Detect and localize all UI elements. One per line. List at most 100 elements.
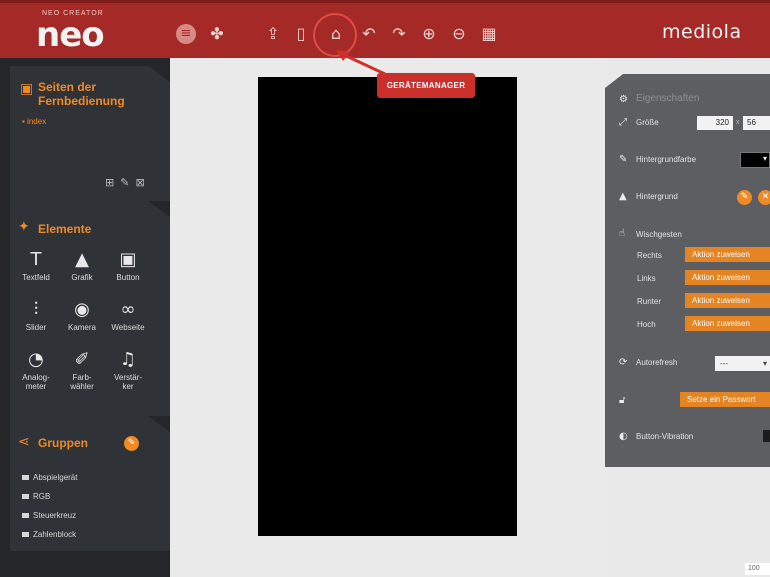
element-webpage[interactable]: ∞ Webseite bbox=[106, 299, 150, 332]
link-icon: ∞ bbox=[120, 299, 136, 320]
elements-title: Elemente bbox=[38, 222, 92, 236]
element-analog-meter[interactable]: ◔ Analog-meter bbox=[14, 349, 58, 391]
panel-notch bbox=[148, 416, 170, 432]
element-label: Textfeld bbox=[22, 273, 50, 282]
autorefresh-select[interactable]: --- ▾ bbox=[715, 356, 770, 371]
autorefresh-label: Autorefresh bbox=[636, 358, 678, 367]
group-item[interactable]: Steuerkreuz bbox=[22, 511, 76, 520]
element-label-line1: Farb- bbox=[72, 373, 92, 382]
image-icon: ▲ bbox=[619, 191, 627, 202]
page-item-index[interactable]: ▪ index bbox=[22, 117, 46, 126]
element-camera[interactable]: ◉ Kamera bbox=[60, 299, 104, 332]
background-label: Hintergrund bbox=[636, 192, 678, 201]
element-slider[interactable]: ⫶ Slider bbox=[14, 299, 58, 332]
phone-icon[interactable]: ▯ bbox=[290, 23, 312, 45]
edit-page-icon[interactable]: ✎ bbox=[120, 176, 135, 189]
camera-icon: ◉ bbox=[74, 299, 90, 320]
remote-page-preview[interactable] bbox=[258, 77, 517, 536]
element-label: Button bbox=[116, 273, 140, 282]
share-icon: ⋖ bbox=[18, 434, 30, 450]
text-field-icon: T bbox=[30, 249, 42, 270]
element-graphic[interactable]: ▲ Grafik bbox=[60, 249, 104, 282]
zoom-in-icon[interactable]: ⊕ bbox=[418, 23, 440, 45]
delete-page-icon[interactable]: ⊠ bbox=[135, 176, 150, 189]
groups-title: Gruppen bbox=[38, 436, 88, 450]
color-picker-icon: ✐ bbox=[74, 349, 90, 370]
autorefresh-value: --- bbox=[720, 359, 728, 368]
size-label: Größe bbox=[636, 118, 659, 127]
pages-panel: ▣ Seiten der Fernbedienung ▪ index ⊞✎⊠ bbox=[10, 66, 170, 201]
element-button[interactable]: ▣ Button bbox=[106, 249, 150, 282]
assign-action-button[interactable]: Aktion zuweisen bbox=[685, 293, 770, 308]
size-separator: x bbox=[736, 119, 740, 126]
element-label: Slider bbox=[25, 323, 47, 332]
elements-icon: ✦ bbox=[18, 219, 30, 235]
element-label: Analog-meter bbox=[14, 373, 58, 391]
chevron-down-icon: ▾ bbox=[762, 359, 767, 368]
bgcolor-label: Hintergrundfarbe bbox=[636, 155, 697, 164]
page-tools: ⊞✎⊠ bbox=[105, 176, 151, 189]
grid-icon[interactable]: ▦ bbox=[478, 23, 500, 45]
swipe-dir-label: Hoch bbox=[637, 320, 656, 329]
edit-background-icon[interactable]: ✎ bbox=[737, 190, 752, 205]
zoom-out-icon[interactable]: ⊖ bbox=[448, 23, 470, 45]
element-label-line1: Verstär- bbox=[113, 373, 142, 382]
element-label: Grafik bbox=[71, 273, 93, 282]
undo-icon[interactable]: ↶ bbox=[358, 23, 380, 45]
redo-icon[interactable]: ↷ bbox=[388, 23, 410, 45]
element-label-line1: Analog- bbox=[22, 373, 50, 382]
element-label: Webseite bbox=[111, 323, 145, 332]
vibration-toggle[interactable] bbox=[763, 430, 770, 442]
assign-action-button[interactable]: Aktion zuweisen bbox=[685, 247, 770, 262]
gauge-icon: ◔ bbox=[28, 349, 44, 370]
element-label-line2: meter bbox=[25, 382, 47, 391]
pages-icon: ▣ bbox=[20, 81, 34, 97]
pages-title: Seiten der Fernbedienung bbox=[38, 80, 125, 108]
assign-action-button[interactable]: Aktion zuweisen bbox=[685, 270, 770, 285]
edit-groups-icon[interactable]: ✎ bbox=[124, 436, 139, 451]
app-root: NEO CREATOR neo ≡ ✤ ⇪ ▯ ⌂ ↶ ↷ ⊕ ⊖ ▦ medi… bbox=[0, 0, 770, 577]
refresh-icon: ⟳ bbox=[619, 357, 628, 368]
device-manager-tooltip: GERÄTEMANAGER bbox=[377, 73, 475, 98]
clear-background-icon[interactable]: ✕ bbox=[758, 190, 770, 205]
vibration-icon: ◐ bbox=[619, 431, 628, 442]
element-amplifier[interactable]: ♫ Verstär-ker bbox=[106, 349, 150, 391]
pages-title-line2: Fernbedienung bbox=[38, 94, 125, 108]
group-item[interactable]: Abspielgerät bbox=[22, 473, 77, 482]
swipe-label: Wischgesten bbox=[636, 230, 682, 239]
lock-icon: 🔓︎ bbox=[619, 395, 626, 406]
swipe-dir-label: Rechts bbox=[637, 251, 662, 260]
swipe-dir-label: Runter bbox=[637, 297, 662, 306]
width-input[interactable]: 320 bbox=[697, 116, 733, 130]
brush-icon: ✎ bbox=[619, 154, 628, 165]
puzzle-icon[interactable]: ✤ bbox=[206, 23, 228, 45]
menu-icon[interactable]: ≡ bbox=[176, 24, 196, 44]
height-input[interactable]: 56 bbox=[743, 116, 770, 130]
element-label: Verstär-ker bbox=[106, 373, 150, 391]
element-label-line2: wähler bbox=[70, 382, 94, 391]
add-page-icon[interactable]: ⊞ bbox=[105, 176, 120, 189]
group-item[interactable]: RGB bbox=[22, 492, 50, 501]
properties-icon: ⚙ bbox=[619, 94, 628, 105]
set-password-button[interactable]: Setze ein Passwort bbox=[680, 392, 770, 407]
upload-icon[interactable]: ⇪ bbox=[262, 23, 284, 45]
image-icon: ▲ bbox=[75, 249, 89, 270]
vibration-label: Button-Vibration bbox=[636, 432, 694, 441]
music-icon: ♫ bbox=[119, 349, 137, 370]
element-color-picker[interactable]: ✐ Farb-wähler bbox=[60, 349, 104, 391]
element-label: Kamera bbox=[67, 323, 96, 332]
panel-notch bbox=[605, 74, 623, 88]
chevron-down-icon[interactable]: ▾ bbox=[763, 154, 767, 163]
assign-action-button[interactable]: Aktion zuweisen bbox=[685, 316, 770, 331]
mediola-logo: mediola bbox=[662, 21, 742, 43]
element-textfield[interactable]: T Textfeld bbox=[14, 249, 58, 282]
neo-logo: neo bbox=[36, 15, 105, 55]
groups-panel: ⋖ Gruppen ✎ Abspielgerät RGB Steuerkreuz… bbox=[10, 416, 170, 551]
button-icon: ▣ bbox=[119, 249, 137, 270]
element-label-line2: ker bbox=[122, 382, 134, 391]
group-item[interactable]: Zahlenblock bbox=[22, 530, 76, 539]
elements-panel: ✦ Elemente T Textfeld ▲ Grafik ▣ Button … bbox=[10, 201, 170, 416]
zoom-level[interactable]: 100 bbox=[745, 563, 770, 575]
swipe-dir-label: Links bbox=[637, 274, 656, 283]
slider-icon: ⫶ bbox=[33, 299, 39, 320]
